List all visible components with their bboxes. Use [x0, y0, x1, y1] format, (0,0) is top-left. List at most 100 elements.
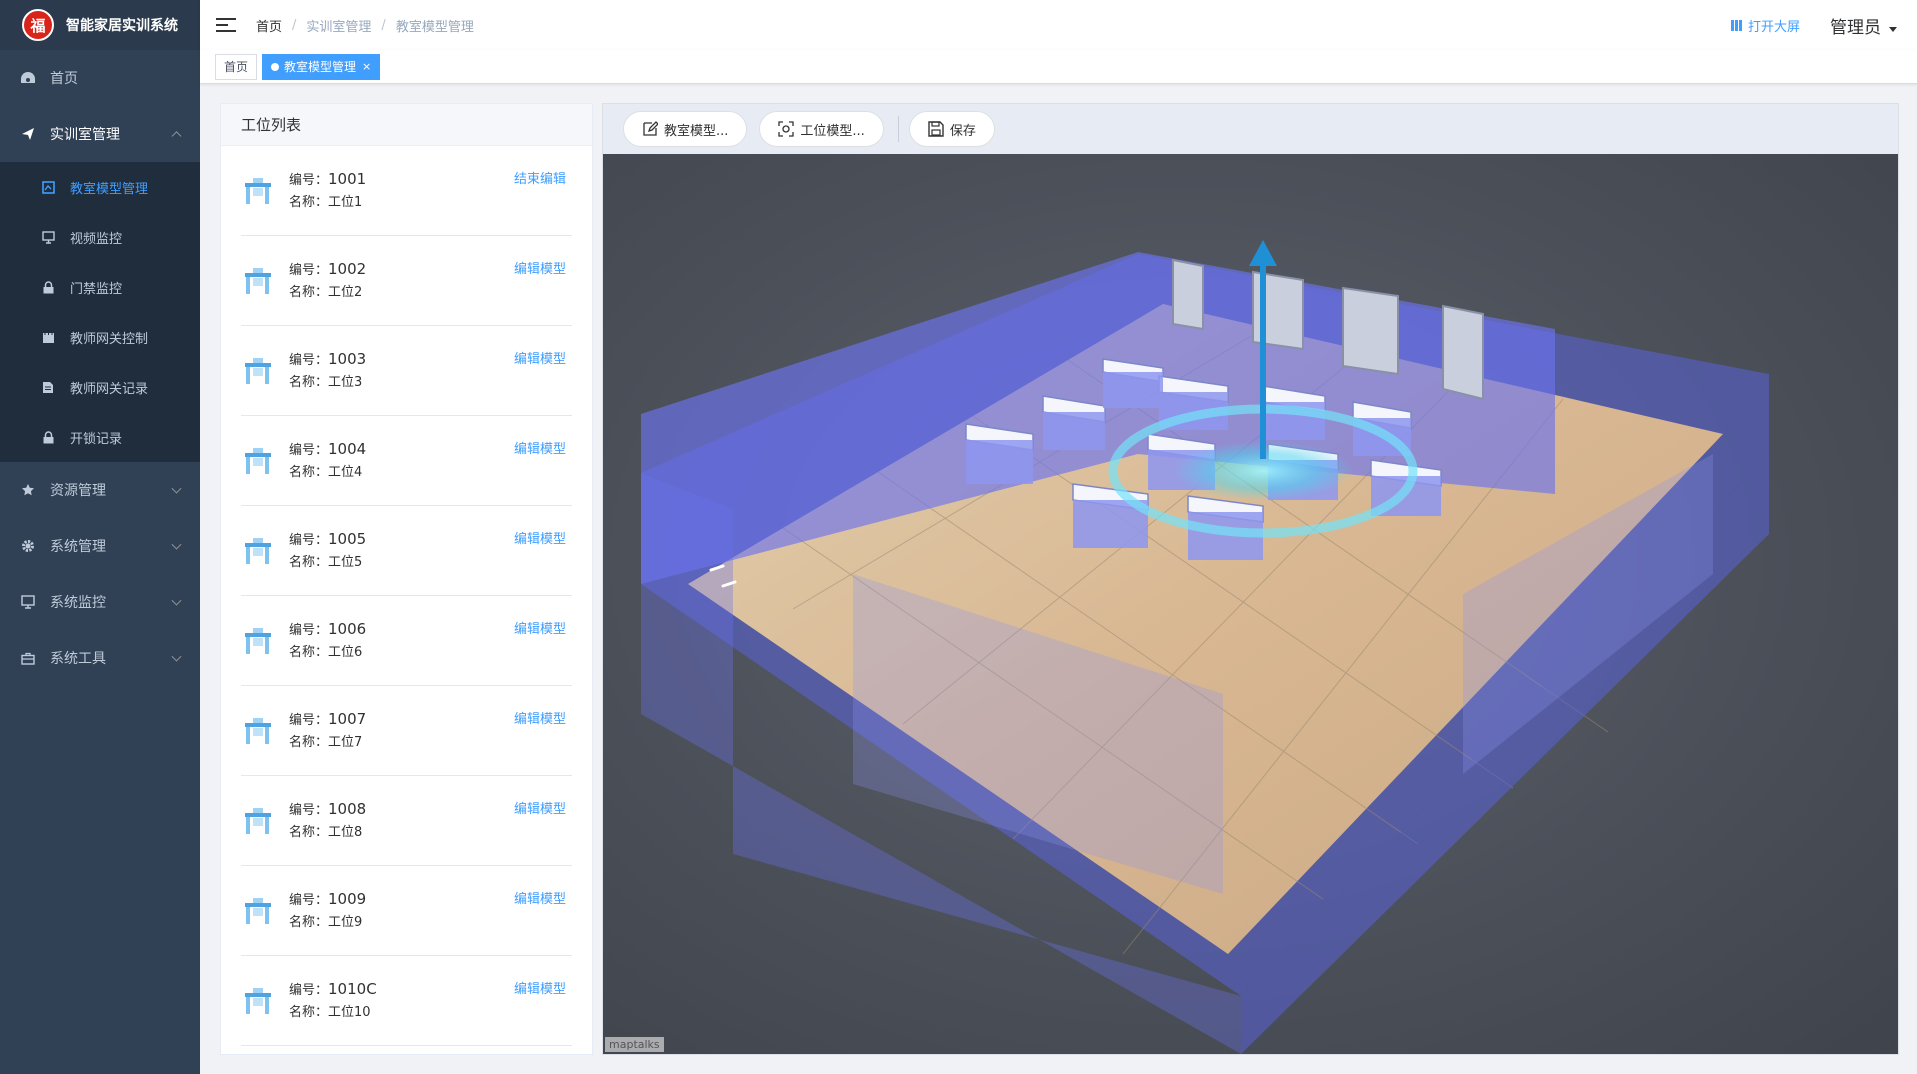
- gear-icon: [20, 538, 36, 554]
- edit-model-link[interactable]: 编辑模型: [514, 348, 566, 367]
- sidebar-item-gateway-control[interactable]: 教师网关控制: [0, 312, 200, 362]
- workstation-number-prefix: 编号：: [289, 352, 329, 368]
- workstation-list-title: 工位列表: [221, 104, 592, 146]
- workstation-number: 1006: [328, 619, 367, 638]
- workstation-number-row: 编号：1005: [289, 528, 366, 552]
- breadcrumb-current: 教室模型管理: [395, 19, 474, 35]
- workstation-model-button[interactable]: 工位模型...: [759, 111, 884, 147]
- list-item[interactable]: 编号：1009 名称：工位9 编辑模型: [241, 866, 572, 956]
- list-item[interactable]: 编号：1002 名称：工位2 编辑模型: [241, 236, 572, 326]
- tag-home[interactable]: 首页: [215, 53, 258, 80]
- workstation-list-panel: 工位列表 编号：1001 名称：工位1 结束编辑 编号：1002 名称：工位2 编辑模型编…: [220, 103, 593, 1055]
- sidebar-item-gateway-record[interactable]: 教师网关记录: [0, 362, 200, 412]
- workstation-name-row: 名称：工位10: [289, 1002, 377, 1024]
- edit-model-link[interactable]: 编辑模型: [514, 888, 566, 907]
- breadcrumb-home[interactable]: 首页: [256, 16, 282, 35]
- workstation-number-prefix: 编号：: [289, 712, 329, 728]
- sidebar-item-system-management[interactable]: 系统管理: [0, 518, 200, 574]
- logo[interactable]: 福 智能家居实训系统: [0, 0, 200, 50]
- model-icon: [40, 179, 56, 195]
- workstation-info: 编号：1003 名称：工位3: [289, 348, 366, 394]
- sidebar: 福 智能家居实训系统 首页 实训室管理 教室模型管理 视频监控 门禁监控 教师网…: [0, 0, 200, 1074]
- sidebar-item-classroom-model[interactable]: 教室模型管理: [0, 162, 200, 212]
- workstation-number-prefix: 编号：: [289, 262, 329, 278]
- save-button[interactable]: 保存: [908, 111, 995, 147]
- edit-model-link[interactable]: 编辑模型: [514, 798, 566, 817]
- close-icon[interactable]: ×: [362, 55, 371, 79]
- list-item[interactable]: 编号：1004 名称：工位4 编辑模型: [241, 416, 572, 506]
- hamburger-icon[interactable]: [216, 15, 236, 35]
- chevron-down-icon: [171, 595, 182, 606]
- workstation-info: 编号：1007 名称：工位7: [289, 708, 366, 754]
- edit-model-link[interactable]: 编辑模型: [514, 978, 566, 997]
- workstation-number-row: 编号：1006: [289, 618, 366, 642]
- star-icon: [20, 482, 36, 498]
- edit-model-link[interactable]: 编辑模型: [514, 708, 566, 727]
- workstation-name-row: 名称：工位9: [289, 912, 366, 934]
- sidebar-item-system-tools[interactable]: 系统工具: [0, 630, 200, 686]
- edit-icon: [643, 121, 658, 136]
- breadcrumb: 首页 / 实训室管理 / 教室模型管理: [256, 16, 474, 35]
- workstation-list: 编号：1001 名称：工位1 结束编辑 编号：1002 名称：工位2 编辑模型 编号：100…: [221, 146, 592, 1046]
- workstation-number: 1007: [328, 709, 367, 728]
- workstation-number: 1004: [328, 439, 367, 458]
- edit-model-link[interactable]: 编辑模型: [514, 438, 566, 457]
- sidebar-item-access-monitor[interactable]: 门禁监控: [0, 262, 200, 312]
- tag-classroom-model[interactable]: 教室模型管理 ×: [262, 53, 381, 80]
- lock-icon: [40, 279, 56, 295]
- breadcrumb-separator: /: [381, 17, 386, 33]
- monitor-icon: [40, 229, 56, 245]
- workstation-icon: [241, 806, 275, 836]
- save-label: 保存: [949, 123, 976, 139]
- workstation-name-row: 名称：工位7: [289, 732, 366, 754]
- document-icon: [40, 379, 56, 395]
- sidebar-item-resource-management[interactable]: 资源管理: [0, 462, 200, 518]
- app-title: 智能家居实训系统: [66, 18, 178, 34]
- arrow-up-icon[interactable]: [1249, 240, 1277, 266]
- workstation-icon: [241, 356, 275, 386]
- sidebar-item-home[interactable]: 首页: [0, 50, 200, 106]
- sidebar-item-lab-management[interactable]: 实训室管理: [0, 106, 200, 162]
- user-name: 管理员: [1830, 17, 1881, 38]
- classroom-model-button[interactable]: 教室模型...: [623, 111, 748, 147]
- open-bigscreen-button[interactable]: 打开大屏: [1730, 16, 1800, 35]
- workstation-name-prefix: 名称：: [289, 644, 329, 660]
- list-item[interactable]: 编号：1003 名称：工位3 编辑模型: [241, 326, 572, 416]
- workstation-info: 编号：1008 名称：工位8: [289, 798, 366, 844]
- sidebar-item-unlock-record[interactable]: 开锁记录: [0, 412, 200, 462]
- workstation-name-prefix: 名称：: [289, 1004, 329, 1020]
- dashboard-icon: [20, 70, 36, 86]
- workstation-number-row: 编号：1004: [289, 438, 366, 462]
- workstation-number-row: 编号：1002: [289, 258, 366, 282]
- edit-model-link[interactable]: 编辑模型: [514, 258, 566, 277]
- save-icon: [928, 121, 944, 137]
- edit-model-link[interactable]: 结束编辑: [514, 168, 566, 187]
- workstation-name-prefix: 名称：: [289, 194, 329, 210]
- workstation-icon: [241, 716, 275, 746]
- logo-badge: 福: [22, 9, 54, 41]
- workstation-number-prefix: 编号：: [289, 982, 329, 998]
- list-item[interactable]: 编号：1010C 名称：工位10 编辑模型: [241, 956, 572, 1046]
- list-item[interactable]: 编号：1008 名称：工位8 编辑模型: [241, 776, 572, 866]
- list-item[interactable]: 编号：1007 名称：工位7 编辑模型: [241, 686, 572, 776]
- workstation-name: 工位2: [328, 284, 363, 300]
- workstation-name: 工位3: [328, 374, 363, 390]
- sidebar-item-label: 实训室管理: [50, 127, 120, 143]
- edit-model-link[interactable]: 编辑模型: [514, 618, 566, 637]
- edit-model-link[interactable]: 编辑模型: [514, 528, 566, 547]
- workstation-number-row: 编号：1003: [289, 348, 366, 372]
- sidebar-item-system-monitor[interactable]: 系统监控: [0, 574, 200, 630]
- list-item[interactable]: 编号：1006 名称：工位6 编辑模型: [241, 596, 572, 686]
- workstation-name-prefix: 名称：: [289, 464, 329, 480]
- submenu-lab-management: 教室模型管理 视频监控 门禁监控 教师网关控制 教师网关记录 开锁记录: [0, 162, 200, 462]
- workstation-name-row: 名称：工位6: [289, 642, 366, 664]
- 3d-classroom-canvas[interactable]: maptalks: [603, 154, 1898, 1054]
- workstation-number: 1010C: [328, 979, 377, 998]
- sidebar-item-video-monitor[interactable]: 视频监控: [0, 212, 200, 262]
- list-item[interactable]: 编号：1005 名称：工位5 编辑模型: [241, 506, 572, 596]
- list-item[interactable]: 编号：1001 名称：工位1 结束编辑: [241, 146, 572, 236]
- workstation-model-label: 工位模型...: [800, 123, 865, 139]
- chevron-up-icon: [171, 131, 182, 142]
- workstation-name: 工位1: [328, 194, 363, 210]
- user-dropdown[interactable]: 管理员: [1830, 13, 1897, 38]
